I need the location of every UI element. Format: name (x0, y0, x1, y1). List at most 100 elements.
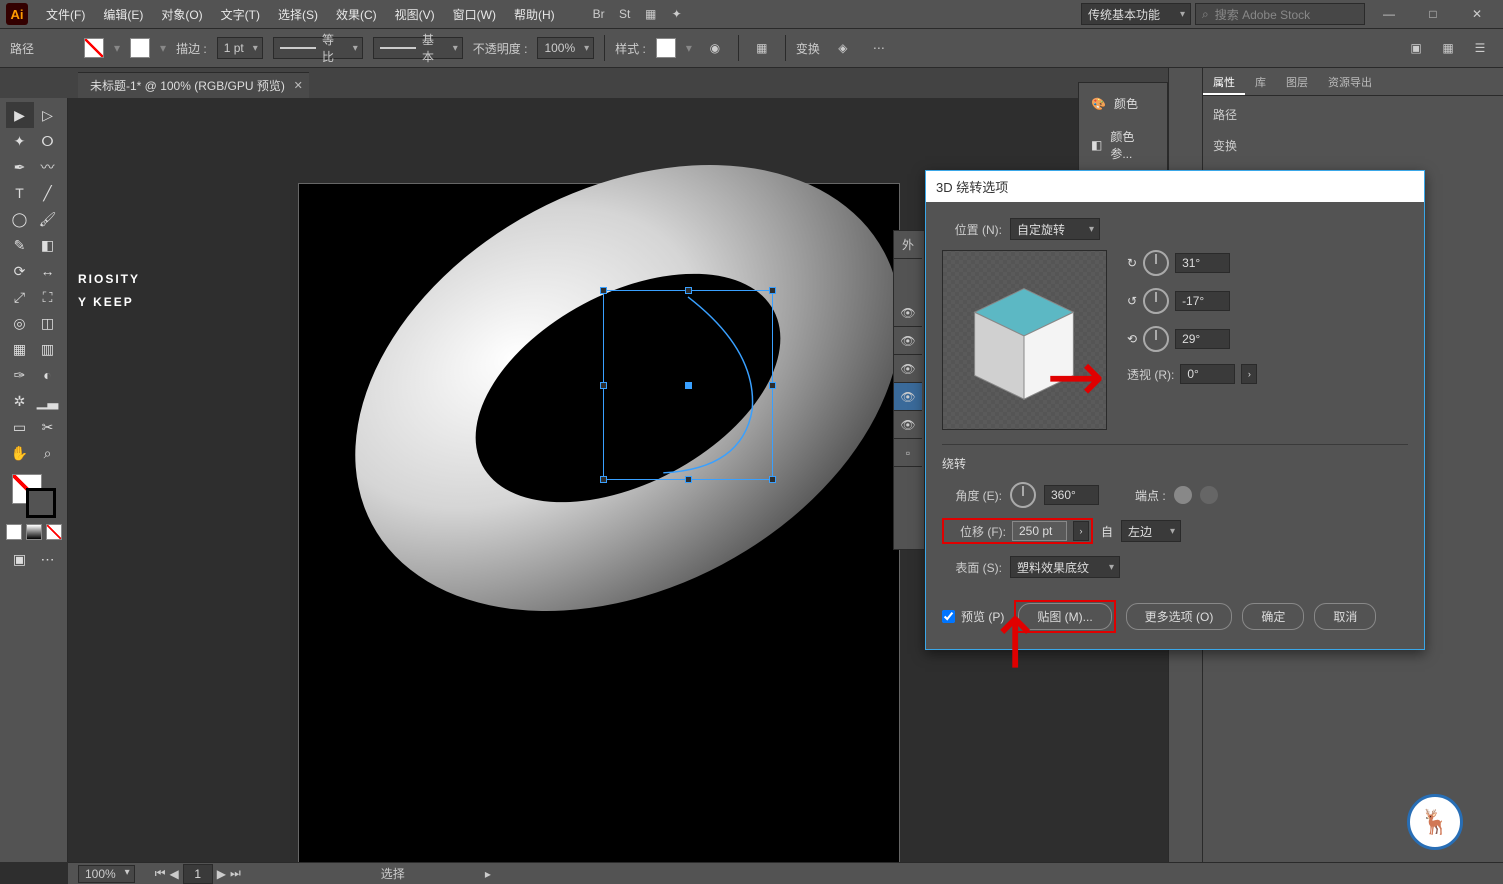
tab-libraries[interactable]: 库 (1245, 68, 1276, 95)
direct-selection-tool[interactable]: ▷ (34, 102, 62, 128)
from-select[interactable]: 左边 (1121, 520, 1181, 542)
selection-tool[interactable]: ▶ (6, 102, 34, 128)
position-select[interactable]: 自定旋转 (1010, 218, 1100, 240)
offset-input[interactable]: 250 pt (1012, 521, 1067, 541)
line-tool[interactable]: ╱ (34, 180, 62, 206)
perspective-tool[interactable]: ◫ (34, 310, 62, 336)
menu-effect[interactable]: 效果(C) (328, 2, 385, 27)
visibility-row[interactable]: 👁 (894, 299, 922, 327)
perspective-spinner[interactable]: › (1241, 364, 1257, 384)
curvature-tool[interactable]: 〰 (34, 154, 62, 180)
slice-tool[interactable]: ✂ (34, 414, 62, 440)
hand-tool[interactable]: ✋ (6, 440, 34, 466)
page-input[interactable]: 1 (183, 864, 213, 884)
color-mode-swatches[interactable] (6, 524, 62, 540)
align-icon[interactable]: ▦ (749, 35, 775, 61)
arrange-icon[interactable]: ▦ (639, 2, 663, 26)
cap-on-icon[interactable] (1174, 486, 1192, 504)
bridge-icon[interactable]: Br (587, 2, 611, 26)
document-tab[interactable]: 未标题-1* @ 100% (RGB/GPU 预览) ✕ (78, 72, 309, 98)
close-icon[interactable]: ✕ (294, 79, 303, 92)
offset-spinner[interactable]: › (1073, 521, 1089, 541)
tab-layers[interactable]: 图层 (1276, 68, 1318, 95)
next-page-icon[interactable]: ▶ (217, 867, 226, 881)
visibility-row-selected[interactable]: 👁 (894, 383, 922, 411)
edit-toolbar[interactable]: ⋯ (34, 546, 62, 572)
prev-page-icon[interactable]: ◀ (170, 867, 179, 881)
fill-swatch[interactable] (84, 38, 104, 58)
menu-text[interactable]: 文字(T) (213, 2, 268, 27)
ok-button[interactable]: 确定 (1242, 603, 1304, 630)
cancel-button[interactable]: 取消 (1314, 603, 1376, 630)
rot-x-dial[interactable] (1143, 250, 1169, 276)
cap-off-icon[interactable] (1200, 486, 1218, 504)
perspective-input[interactable]: 0° (1180, 364, 1235, 384)
rot-x-input[interactable]: 31° (1175, 253, 1230, 273)
mesh-tool[interactable]: ▦ (6, 336, 34, 362)
zoom-tool[interactable]: ⌕ (34, 440, 62, 466)
scroll-arrow-icon[interactable]: ▸ (485, 867, 491, 881)
scale-tool[interactable]: ↔ (34, 258, 62, 284)
menu-window[interactable]: 窗口(W) (445, 2, 504, 27)
shape-icon[interactable]: ◈ (830, 35, 856, 61)
clip-icon[interactable]: ▦ (1435, 35, 1461, 61)
surface-select[interactable]: 塑料效果底纹 (1010, 556, 1120, 578)
blend-tool[interactable]: ◐ (34, 362, 62, 388)
visibility-row[interactable]: 👁 (894, 355, 922, 383)
more-icon[interactable]: ⋯ (866, 35, 892, 61)
stock-icon[interactable]: St (613, 2, 637, 26)
gradient-tool[interactable]: ▥ (34, 336, 62, 362)
eraser-tool[interactable]: ◧ (34, 232, 62, 258)
menu-edit[interactable]: 编辑(E) (95, 2, 151, 27)
magic-wand-tool[interactable]: ✦ (6, 128, 34, 154)
stroke-weight[interactable]: 1 pt (217, 37, 263, 59)
artboard-tool[interactable]: ▭ (6, 414, 34, 440)
fill-stroke-control[interactable] (12, 474, 56, 518)
first-page-icon[interactable]: ⏮ (155, 866, 166, 881)
rot-y-input[interactable]: -17° (1175, 291, 1230, 311)
symbol-tool[interactable]: ✲ (6, 388, 34, 414)
more-options-button[interactable]: 更多选项 (O) (1126, 603, 1233, 630)
search-stock[interactable]: ⌕ 搜索 Adobe Stock (1195, 3, 1365, 25)
panel-color[interactable]: 🎨颜色 (1079, 91, 1167, 116)
panel-menu-icon[interactable]: ☰ (1467, 35, 1493, 61)
width-tool[interactable]: ⤢ (6, 284, 34, 310)
rot-z-input[interactable]: 29° (1175, 329, 1230, 349)
shape-builder-tool[interactable]: ◎ (6, 310, 34, 336)
style-swatch[interactable] (656, 38, 676, 58)
type-tool[interactable]: T (6, 180, 34, 206)
ellipse-tool[interactable]: ◯ (6, 206, 34, 232)
shaper-tool[interactable]: ✎ (6, 232, 34, 258)
rot-z-dial[interactable] (1143, 326, 1169, 352)
free-transform-tool[interactable]: ⛶ (34, 284, 62, 310)
angle-input[interactable]: 360° (1044, 485, 1099, 505)
last-page-icon[interactable]: ⏭ (230, 866, 241, 881)
workspace-switcher[interactable]: 传统基本功能 (1081, 3, 1191, 25)
tab-properties[interactable]: 属性 (1203, 68, 1245, 95)
pen-tool[interactable]: ✒ (6, 154, 34, 180)
opacity-value[interactable]: 100% (537, 37, 594, 59)
panel-footer-icon[interactable]: ▫ (894, 439, 922, 467)
panel-color-guide[interactable]: ◧颜色参... (1079, 124, 1167, 166)
stroke-profile[interactable]: 基本 (373, 37, 463, 59)
menu-select[interactable]: 选择(S) (270, 2, 326, 27)
minimize-button[interactable]: ― (1369, 2, 1409, 26)
angle-dial[interactable] (1010, 482, 1036, 508)
tab-asset-export[interactable]: 资源导出 (1318, 68, 1382, 95)
lasso-tool[interactable]: ⵔ (34, 128, 62, 154)
eyedropper-tool[interactable]: ✑ (6, 362, 34, 388)
menu-file[interactable]: 文件(F) (38, 2, 93, 27)
screen-mode-tool[interactable]: ▣ (6, 546, 34, 572)
menu-view[interactable]: 视图(V) (387, 2, 443, 27)
menu-help[interactable]: 帮助(H) (506, 2, 563, 27)
zoom-level[interactable]: 100% (78, 865, 135, 883)
graph-tool[interactable]: ▁▃ (34, 388, 62, 414)
rotate-tool[interactable]: ⟳ (6, 258, 34, 284)
recolor-icon[interactable]: ◉ (702, 35, 728, 61)
rot-y-dial[interactable] (1143, 288, 1169, 314)
maximize-button[interactable]: □ (1413, 2, 1453, 26)
menu-object[interactable]: 对象(O) (153, 2, 210, 27)
stroke-type[interactable]: 等比 (273, 37, 363, 59)
isolate-icon[interactable]: ▣ (1403, 35, 1429, 61)
visibility-row[interactable]: 👁 (894, 327, 922, 355)
